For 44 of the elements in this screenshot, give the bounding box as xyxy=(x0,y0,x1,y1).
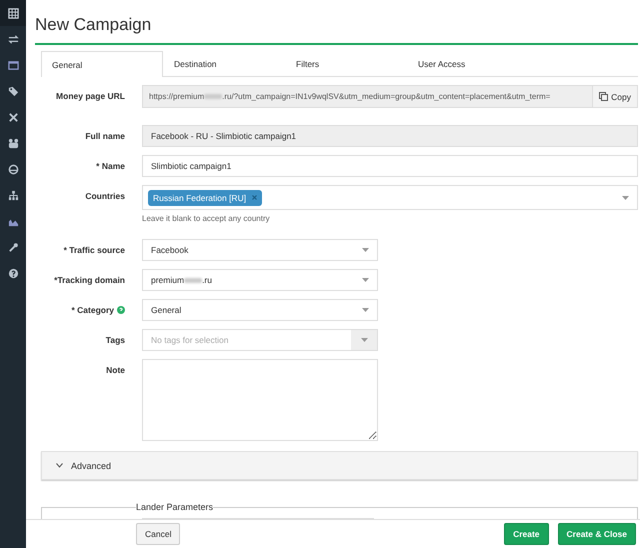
copy-icon xyxy=(599,92,608,101)
field-label: Note xyxy=(106,365,125,375)
hint-text: Leave it blank to accept any country xyxy=(142,214,270,223)
caret-icon xyxy=(360,338,368,342)
caret-icon xyxy=(622,196,629,200)
help-icon[interactable] xyxy=(117,306,125,314)
field-label: * Category xyxy=(71,305,114,315)
section-legend: Lander Parameters xyxy=(136,502,214,512)
field-label: * Name xyxy=(96,161,125,171)
sidebar-item[interactable] xyxy=(0,0,26,26)
field-label: *Tracking domain xyxy=(54,275,125,285)
field-label: Tags xyxy=(106,335,125,345)
traffic-source-select[interactable]: Facebook xyxy=(142,239,378,261)
caret-icon xyxy=(362,248,369,252)
swap-arrows-icon xyxy=(8,34,18,44)
tab[interactable]: General xyxy=(41,51,163,77)
chevron-icon xyxy=(56,463,63,468)
field-label: Money page URL xyxy=(56,91,125,101)
tab[interactable]: Destination xyxy=(163,51,285,76)
country-tag[interactable]: Russian Federation [RU] xyxy=(148,190,262,206)
sitemap-icon xyxy=(8,190,18,200)
field-label: Countries xyxy=(85,191,125,201)
help-icon xyxy=(8,268,18,278)
tab[interactable]: User Access xyxy=(407,51,529,76)
tracking-domain-select[interactable]: premium .ru xyxy=(142,269,378,291)
note-field[interactable] xyxy=(142,359,378,441)
countries-field[interactable]: Russian Federation [RU] xyxy=(142,185,638,210)
page-title: New Campaign xyxy=(35,15,152,35)
window-icon xyxy=(8,60,18,70)
cancel-button[interactable]: Cancel xyxy=(136,523,180,545)
wrench-icon xyxy=(8,242,18,252)
people-icon xyxy=(8,138,18,148)
copy-button[interactable]: Copy xyxy=(593,85,638,108)
caret-icon xyxy=(362,278,369,282)
tag-icon xyxy=(8,86,18,96)
field-label: * Traffic source xyxy=(64,245,125,255)
grid-icon xyxy=(8,8,18,18)
name-field[interactable]: Slimbiotic campaign1 xyxy=(142,155,638,177)
category-select[interactable]: General xyxy=(142,299,378,321)
url-field[interactable]: https://premium .ru/?utm_campaign=IN1v9wqlSV&utm_medium=group&utm_content=placement&utm_term= xyxy=(142,85,594,108)
caret-icon xyxy=(362,308,369,312)
tab[interactable]: Filters xyxy=(285,51,407,76)
advanced-panel[interactable]: Advanced xyxy=(41,451,638,480)
field-label: Full name xyxy=(85,131,125,141)
